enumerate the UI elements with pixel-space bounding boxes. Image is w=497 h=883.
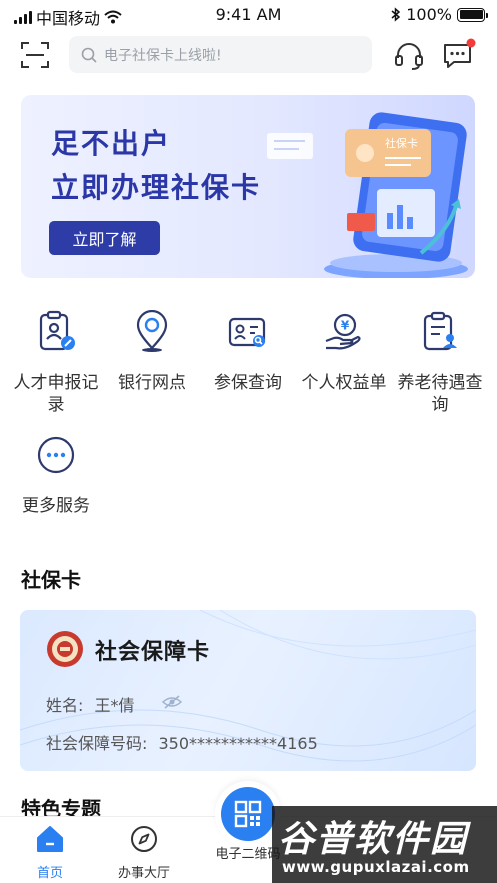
- status-bar: 中国移动 9:41 AM 100%: [0, 0, 497, 30]
- tab-label: 办事大厅: [117, 866, 170, 881]
- card-name-row: 姓名: 王*倩: [46, 692, 135, 716]
- card-number-row: 社会保障号码: 350***********4165: [46, 730, 318, 754]
- battery-label: 100%: [406, 5, 452, 24]
- service-label: 个人权益单: [301, 373, 387, 393]
- name-value: 王*倩: [94, 696, 135, 715]
- search-input[interactable]: 电子社保卡上线啦!: [69, 36, 372, 73]
- service-more[interactable]: 更多服务: [8, 433, 104, 517]
- svg-text:¥: ¥: [341, 319, 350, 333]
- service-bank-outlets[interactable]: 银行网点: [104, 309, 200, 394]
- compass-icon: [131, 826, 157, 852]
- qr-code-icon: [234, 800, 262, 828]
- service-pension-query[interactable]: 养老待遇查询: [392, 310, 488, 416]
- service-talent-report[interactable]: 人才申报记录: [8, 310, 104, 416]
- service-label: 参保查询: [214, 373, 282, 393]
- number-label: 社会保障号码:: [46, 734, 148, 753]
- service-label: 养老待遇查询: [397, 373, 483, 415]
- promo-banner[interactable]: 足不出户 立即办理社保卡 立即了解 社保卡: [21, 95, 475, 278]
- search-placeholder: 电子社保卡上线啦!: [104, 47, 222, 64]
- tab-service-hall[interactable]: 办事大厅: [94, 817, 194, 881]
- talent-report-icon: [39, 310, 75, 351]
- location-pin-icon: [136, 309, 168, 352]
- card-title: 社会保障卡: [95, 639, 211, 665]
- headset-icon[interactable]: [394, 40, 424, 70]
- emblem-icon: [47, 631, 83, 667]
- section-title-social-card: 社保卡: [21, 568, 81, 592]
- search-icon: [81, 47, 97, 63]
- banner-line2: 立即办理社保卡: [51, 171, 262, 204]
- banner-line1: 足不出户: [51, 127, 172, 160]
- personal-rights-icon: ¥: [325, 313, 361, 350]
- phone-illustration: 社保卡: [267, 112, 468, 278]
- insurance-query-icon: [228, 317, 266, 347]
- battery-icon: [457, 7, 488, 22]
- watermark-title: 谷普软件园: [278, 819, 469, 860]
- service-label: 人才申报记录: [13, 373, 99, 415]
- tab-home[interactable]: 首页: [0, 817, 100, 881]
- name-label: 姓名:: [46, 696, 84, 715]
- message-icon[interactable]: [442, 38, 476, 70]
- service-insurance-query[interactable]: 参保查询: [200, 310, 296, 394]
- bluetooth-icon: [391, 7, 401, 22]
- pension-query-icon: [423, 311, 457, 351]
- tab-label: 首页: [36, 866, 63, 881]
- status-right: 100%: [391, 5, 488, 24]
- app-screen: 中国移动 9:41 AM 100% 电子社保卡上线啦! 足不出户 立即办理社保卡…: [0, 0, 497, 883]
- watermark-url: www.gupuxlazai.com: [282, 858, 470, 876]
- eye-hidden-icon[interactable]: [162, 694, 182, 710]
- watermark: 谷普软件园 www.gupuxlazai.com: [272, 806, 497, 883]
- service-label: 更多服务: [22, 496, 90, 516]
- learn-more-button[interactable]: 立即了解: [49, 221, 160, 255]
- home-icon: [37, 826, 63, 852]
- top-bar: 电子社保卡上线啦!: [0, 36, 497, 74]
- scan-icon[interactable]: [20, 40, 50, 70]
- more-icon: [37, 436, 75, 474]
- service-personal-rights[interactable]: ¥ 个人权益单: [296, 310, 392, 394]
- service-label: 银行网点: [118, 373, 186, 393]
- social-security-card[interactable]: 社会保障卡 姓名: 王*倩 社会保障号码: 350***********4165: [20, 610, 476, 771]
- banner-card-label: 社保卡: [385, 136, 418, 150]
- number-value: 350***********4165: [158, 734, 318, 753]
